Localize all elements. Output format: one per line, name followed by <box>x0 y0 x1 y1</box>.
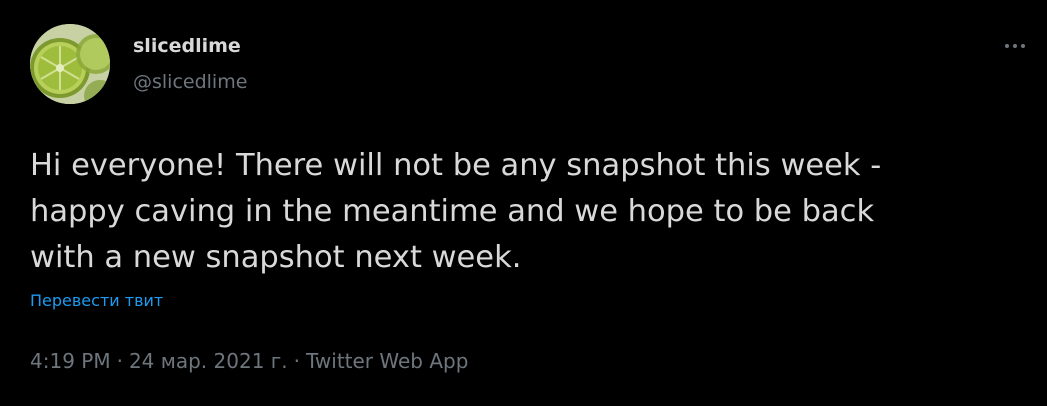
tweet-card: slicedlime @slicedlime Hi everyone! Ther… <box>0 0 1047 406</box>
meta-separator: · <box>116 349 123 373</box>
tweet-date[interactable]: 24 мар. 2021 г. <box>129 349 288 373</box>
lime-slice-avatar-icon <box>30 24 110 104</box>
meta-separator: · <box>293 349 300 373</box>
avatar[interactable] <box>30 24 110 104</box>
tweet-source[interactable]: Twitter Web App <box>306 349 468 373</box>
translate-tweet-link[interactable]: Перевести твит <box>30 291 163 310</box>
tweet-time[interactable]: 4:19 PM <box>30 349 111 373</box>
more-options-icon[interactable] <box>997 36 1033 56</box>
author-handle[interactable]: @slicedlime <box>133 70 247 94</box>
tweet-metadata: 4:19 PM · 24 мар. 2021 г. · Twitter Web App <box>30 349 468 373</box>
tweet-text: Hi everyone! There will not be any snaps… <box>30 148 882 275</box>
author-display-name[interactable]: slicedlime <box>133 34 247 58</box>
author-names: slicedlime @slicedlime <box>133 34 247 94</box>
